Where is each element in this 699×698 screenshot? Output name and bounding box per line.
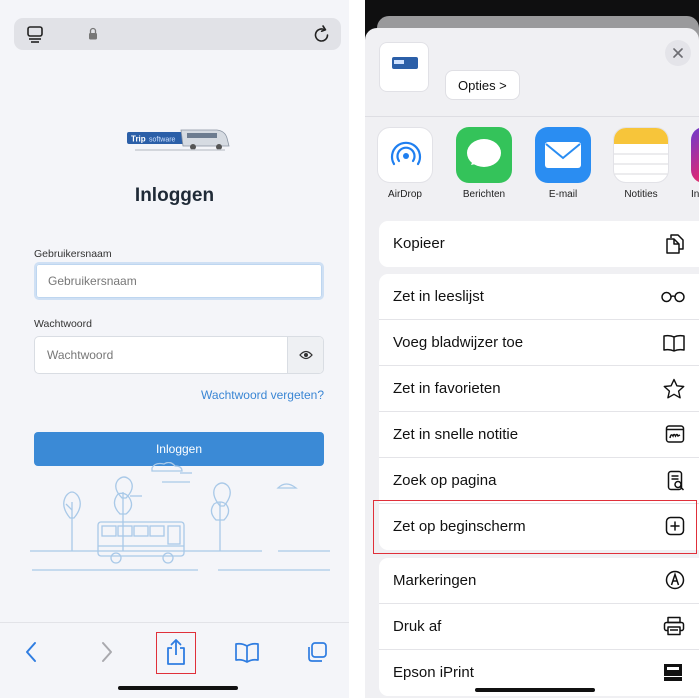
app-label: Berichten — [462, 189, 506, 200]
share-apps-row: AirDrop Berichten E-mail Notities In — [365, 116, 699, 218]
password-input[interactable]: Wachtwoord — [47, 337, 113, 373]
action-add-bookmark[interactable]: Voeg bladwijzer toe — [379, 320, 699, 366]
book-icon — [663, 334, 685, 352]
username-label: Gebruikersnaam — [34, 248, 112, 260]
trip-software-logo: Trip software — [125, 124, 233, 156]
username-input[interactable]: Gebruikersnaam — [34, 262, 324, 300]
airdrop-icon — [377, 127, 433, 183]
login-button[interactable]: Inloggen — [34, 432, 324, 466]
close-icon — [673, 48, 683, 58]
share-button-highlight — [156, 632, 196, 674]
share-sheet-screen: Opties > AirDrop Berichten E-mail Notiti… — [365, 0, 699, 698]
find-on-page-icon — [667, 470, 685, 492]
action-label: Zoek op pagina — [393, 472, 497, 489]
address-bar[interactable] — [14, 18, 341, 50]
action-label: Zet in leeslijst — [393, 288, 484, 305]
action-label: Zet in favorieten — [393, 380, 501, 397]
action-group-copy: Kopieer — [379, 221, 699, 267]
action-group-extra: Markeringen Druk af Epson iPrint — [379, 558, 699, 696]
safari-login-screen: Trip software Inloggen Gebruikersnaam Ge… — [0, 0, 349, 698]
action-label: Epson iPrint — [393, 664, 474, 681]
action-copy[interactable]: Kopieer — [379, 221, 699, 267]
forward-icon[interactable] — [100, 641, 114, 663]
star-icon — [663, 378, 685, 400]
password-label: Wachtwoord — [34, 318, 92, 330]
action-add-favorite[interactable]: Zet in favorieten — [379, 366, 699, 412]
bookmarks-icon[interactable] — [234, 641, 260, 663]
app-airdrop[interactable]: AirDrop — [377, 127, 433, 200]
app-label: Notities — [624, 189, 658, 200]
app-label: In — [691, 189, 699, 200]
action-label: Markeringen — [393, 572, 477, 589]
tabs-icon[interactable] — [306, 641, 328, 663]
app-label: E-mail — [548, 189, 578, 200]
app-notes[interactable]: Notities — [613, 127, 669, 200]
reload-icon[interactable] — [313, 24, 331, 44]
options-button[interactable]: Opties > — [445, 70, 520, 100]
glasses-icon — [661, 291, 685, 303]
app-messages[interactable]: Berichten — [456, 127, 512, 200]
printer-icon — [663, 616, 685, 636]
notes-icon — [613, 127, 669, 183]
forgot-password-link[interactable]: Wachtwoord vergeten? — [201, 388, 324, 402]
lock-icon — [88, 27, 98, 40]
app-label: AirDrop — [388, 189, 422, 200]
messages-icon — [456, 127, 512, 183]
epson-icon — [661, 660, 685, 684]
svg-text:Trip: Trip — [131, 135, 146, 144]
action-label: Zet in snelle notitie — [393, 426, 519, 443]
mail-icon — [535, 127, 591, 183]
bus-illustration — [30, 462, 330, 582]
page-menu-icon[interactable] — [26, 25, 44, 43]
action-reading-list[interactable]: Zet in leeslijst — [379, 274, 699, 320]
action-label: Voeg bladwijzer toe — [393, 334, 524, 351]
close-button[interactable] — [665, 40, 691, 66]
svg-text:software: software — [149, 137, 176, 144]
home-indicator — [118, 686, 238, 690]
action-markup[interactable]: Markeringen — [379, 558, 699, 604]
action-find-on-page[interactable]: Zoek op pagina — [379, 458, 699, 504]
action-print[interactable]: Druk af — [379, 604, 699, 650]
password-field[interactable]: Wachtwoord — [34, 336, 324, 374]
action-quick-note[interactable]: Zet in snelle notitie — [379, 412, 699, 458]
markup-icon — [665, 570, 685, 590]
app-mail[interactable]: E-mail — [535, 127, 591, 200]
action-label: Kopieer — [393, 235, 445, 252]
copy-icon — [665, 233, 685, 255]
add-to-home-screen-highlight — [373, 500, 697, 554]
show-password-button[interactable] — [287, 337, 323, 373]
page-thumbnail — [379, 42, 429, 92]
page-title: Inloggen — [134, 185, 215, 206]
action-label: Druk af — [393, 618, 442, 635]
instagram-icon — [691, 127, 699, 183]
app-instagram[interactable]: In — [691, 127, 699, 200]
share-sheet: Opties > AirDrop Berichten E-mail Notiti… — [365, 28, 699, 698]
home-indicator — [475, 688, 595, 692]
back-icon[interactable] — [24, 641, 38, 663]
quick-note-icon — [665, 424, 685, 444]
